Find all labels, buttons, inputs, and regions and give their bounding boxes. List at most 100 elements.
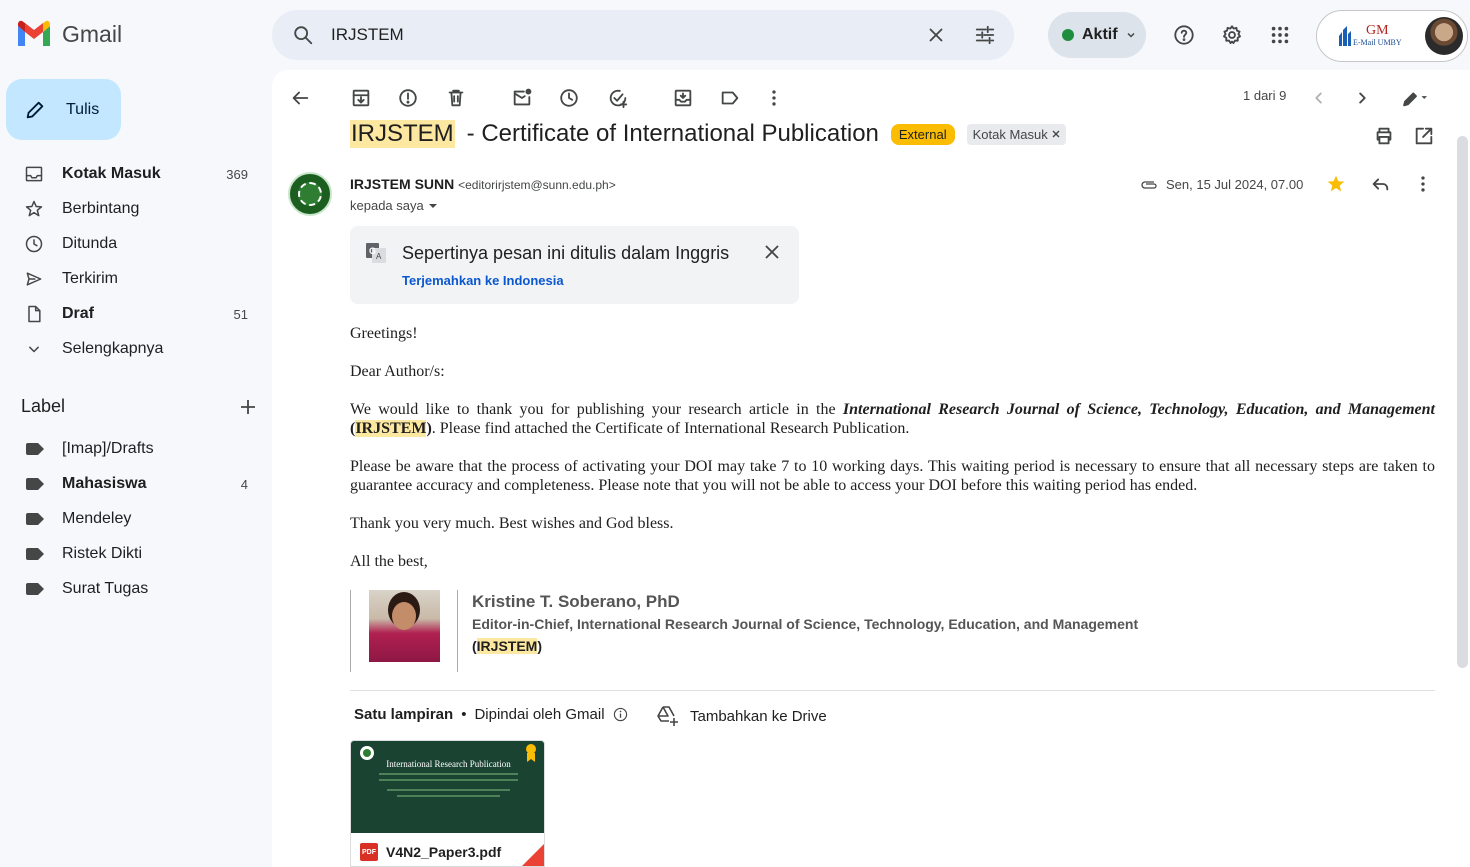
archive-icon[interactable] <box>343 80 379 116</box>
search-options-icon[interactable] <box>967 17 1003 53</box>
delete-icon[interactable] <box>438 80 474 116</box>
label-name: [Imap]/Drafts <box>62 440 154 457</box>
org-logo-top: GM <box>1366 23 1389 38</box>
pdf-corner-icon <box>522 844 544 866</box>
label-name: Ristek Dikti <box>62 545 143 562</box>
apps-grid-icon[interactable] <box>1262 17 1298 53</box>
scanned-text: Dipindai oleh Gmail <box>474 706 605 723</box>
snooze-clock-icon[interactable] <box>551 80 587 116</box>
back-arrow-icon[interactable] <box>282 80 318 116</box>
search-bar <box>272 10 1014 60</box>
sidebar-item-snoozed[interactable]: Ditunda <box>12 227 258 261</box>
attachment-file-name: V4N2_Paper3.pdf <box>386 844 502 860</box>
signature-abbr: IRJSTEM <box>476 638 538 654</box>
sidebar-item-inbox[interactable]: Kotak Masuk 369 <box>12 157 258 191</box>
label-icon <box>26 583 44 595</box>
gear-icon[interactable] <box>1214 17 1250 53</box>
compose-button[interactable]: Tulis <box>6 79 121 140</box>
attachment-thumbnail: International Research Publication <box>351 741 544 833</box>
attachment-count: Satu lampiran <box>354 706 454 723</box>
search-input[interactable] <box>331 25 891 45</box>
unread-count: 369 <box>226 166 248 182</box>
label-tag-icon[interactable] <box>712 80 748 116</box>
add-label-icon[interactable] <box>239 398 257 416</box>
sidebar-item-label: Selengkapnya <box>62 340 164 357</box>
label-count: 4 <box>240 476 248 492</box>
sidebar-item-label: Terkirim <box>62 270 118 287</box>
date-text: Sen, 15 Jul 2024, 07.00 <box>1166 177 1304 192</box>
external-badge: External <box>890 123 955 145</box>
sender-avatar[interactable] <box>288 172 332 216</box>
help-icon[interactable] <box>1166 17 1202 53</box>
body-paragraph: Please be aware that the process of acti… <box>350 458 1435 494</box>
sidebar-item-label: Kotak Masuk <box>62 165 161 182</box>
add-to-drive-button[interactable]: Tambahkan ke Drive <box>656 705 827 727</box>
thumbnail-line <box>379 773 518 775</box>
status-dot-icon <box>1062 29 1074 41</box>
sidebar-item-label: Draf <box>62 305 95 322</box>
label-item[interactable]: [Imap]/Drafts <box>12 432 258 466</box>
thumbnail-line <box>379 779 518 781</box>
app-name: Gmail <box>62 20 123 47</box>
translate-link[interactable]: Terjemahkan ke Indonesia <box>402 273 564 288</box>
move-to-icon[interactable] <box>665 80 701 116</box>
paragraph-text: . Please find attached the Certificate o… <box>431 420 910 437</box>
signature-title: Editor-in-Chief, International Research … <box>472 616 1139 632</box>
label-icon <box>26 478 44 490</box>
org-logo: GM E-Mail UMBY <box>1353 24 1402 48</box>
sidebar-item-sent[interactable]: Terkirim <box>12 262 258 296</box>
sidebar-item-more[interactable]: Selengkapnya <box>12 332 258 366</box>
abbr-close: ) <box>537 638 543 654</box>
sender-line[interactable]: IRJSTEM SUNN <editorirjstem@sunn.edu.ph> <box>350 176 616 192</box>
label-item[interactable]: Mendeley <box>12 502 258 536</box>
mark-unread-icon[interactable] <box>504 80 540 116</box>
label-item[interactable]: Mahasiswa 4 <box>12 467 258 501</box>
chevron-down-icon <box>1127 32 1135 38</box>
svg-text:A: A <box>376 252 382 261</box>
more-vertical-icon[interactable] <box>756 80 792 116</box>
inbox-label-chip[interactable]: Kotak Masuk <box>966 123 1066 145</box>
label-name: Mahasiswa <box>62 475 147 492</box>
report-spam-icon[interactable] <box>390 80 426 116</box>
attachment-card[interactable]: International Research Publication PDF V… <box>350 740 545 867</box>
account-button[interactable]: GM E-Mail UMBY <box>1316 10 1468 62</box>
star-icon[interactable] <box>1318 166 1354 202</box>
more-vertical-icon[interactable] <box>1405 166 1441 202</box>
avatar[interactable] <box>1425 17 1463 55</box>
subject-text: - Certificate of International Publicati… <box>466 120 879 147</box>
sidebar-item-drafts[interactable]: Draf 51 <box>12 297 258 331</box>
pencil-icon <box>26 101 44 118</box>
add-task-icon[interactable] <box>600 80 636 116</box>
subject-highlight: IRJSTEM <box>350 120 455 148</box>
email-subject: IRJSTEM - Certificate of International P… <box>350 120 1066 148</box>
abbr-open: ( <box>472 638 477 654</box>
print-icon[interactable] <box>1366 118 1402 154</box>
open-new-window-icon[interactable] <box>1406 118 1442 154</box>
newer-chevron-icon[interactable] <box>1301 80 1337 116</box>
thumbnail-line <box>397 795 500 797</box>
label-name: Surat Tugas <box>62 580 149 597</box>
close-icon[interactable] <box>754 234 790 270</box>
recipient-dropdown[interactable]: kepada saya <box>350 198 438 213</box>
inbox-label-text: Kotak Masuk <box>972 126 1048 142</box>
paperclip-icon <box>1141 180 1157 189</box>
status-button[interactable]: Aktif <box>1048 12 1146 58</box>
reply-icon[interactable] <box>1362 166 1398 202</box>
search-icon[interactable] <box>285 17 321 53</box>
input-tools-icon[interactable] <box>1396 80 1436 116</box>
sidebar-item-starred[interactable]: Berbintang <box>12 192 258 226</box>
label-item[interactable]: Ristek Dikti <box>12 537 258 571</box>
older-chevron-icon[interactable] <box>1344 80 1380 116</box>
label-icon <box>26 513 44 525</box>
scrollbar-thumb[interactable] <box>1457 136 1468 668</box>
body-paragraph: Thank you very much. Best wishes and God… <box>350 515 674 532</box>
star-icon <box>25 200 43 217</box>
signature-photo <box>369 590 440 662</box>
gmail-logo[interactable]: Gmail <box>16 20 122 48</box>
remove-label-icon[interactable] <box>1052 130 1060 138</box>
info-icon[interactable] <box>613 707 628 722</box>
signature-org: (IRJSTEM) <box>472 638 542 654</box>
label-item[interactable]: Surat Tugas <box>12 572 258 606</box>
clear-search-icon[interactable] <box>918 17 954 53</box>
svg-text:G: G <box>369 246 376 256</box>
